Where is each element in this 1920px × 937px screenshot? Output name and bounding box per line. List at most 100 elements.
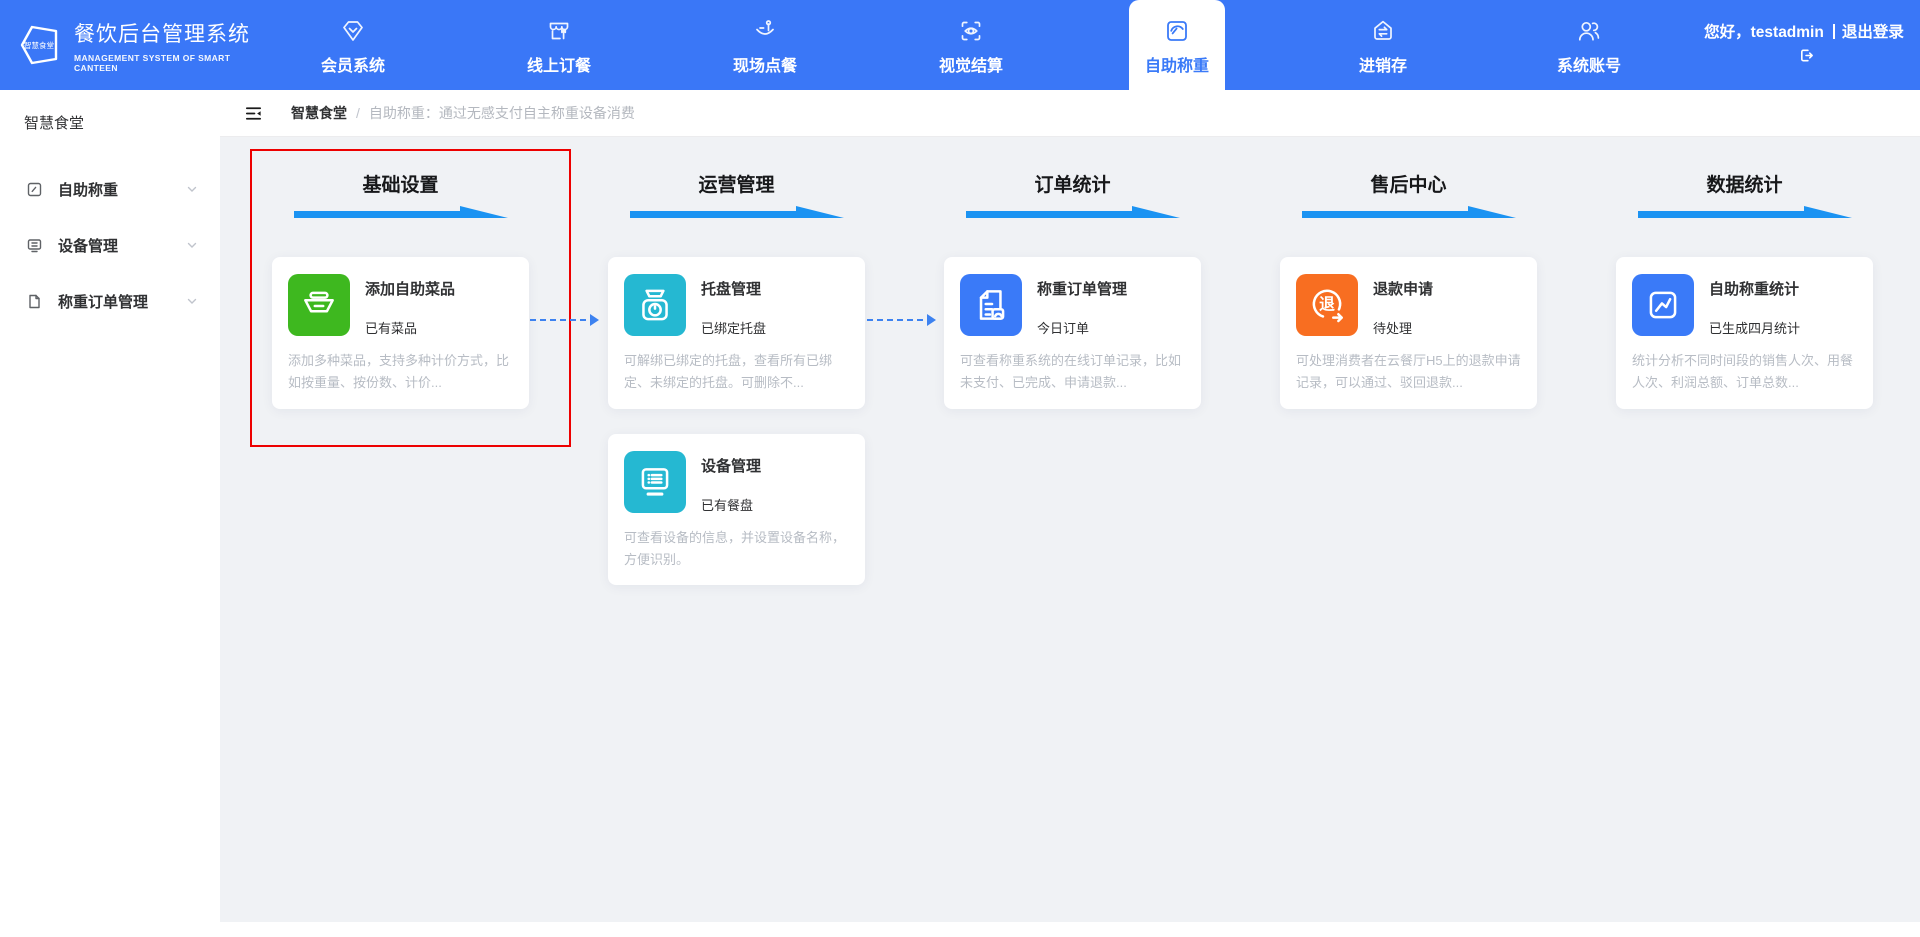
nav-item-label: 线上订餐 (527, 52, 591, 76)
sidebar-menu: 自助称重 设备管理 (0, 161, 220, 329)
weighing-scale-icon (1163, 15, 1191, 45)
header-arrow-icon (1302, 205, 1516, 219)
chevron-down-icon (186, 295, 198, 307)
card-add-self-service-dish[interactable]: 添加自助菜品 已有菜品 添加多种菜品，支持多种计价方式，比如按重量、按份数、计价… (272, 257, 529, 409)
header-arrow-icon (966, 205, 1180, 219)
nav-item-label: 自助称重 (1145, 52, 1209, 76)
nav-item-label: 现场点餐 (733, 52, 797, 76)
card-description: 可处理消费者在云餐厅H5上的退款申请记录，可以通过、驳回退款... (1296, 350, 1521, 395)
card-status: 待处理 (1373, 318, 1433, 337)
nav-item-label: 视觉结算 (939, 52, 1003, 76)
storefront-icon (545, 15, 573, 45)
nav-item-vision-checkout[interactable]: 视觉结算 (868, 0, 1074, 90)
brand-logo-icon: 智慧食堂 (16, 22, 62, 68)
sidebar-item-label: 自助称重 (58, 179, 118, 200)
column-header: 订单统计 (944, 175, 1201, 197)
nav-item-member-system[interactable]: 会员系统 (250, 0, 456, 90)
chevron-down-icon (186, 239, 198, 251)
sidebar-item-label: 设备管理 (58, 235, 118, 256)
card-description: 添加多种菜品，支持多种计价方式，比如按重量、按份数、计价... (288, 350, 513, 395)
brand: 智慧食堂 餐饮后台管理系统 MANAGEMENT SYSTEM OF SMART… (0, 0, 250, 90)
nav-user-area: 您好，testadmin退出登录 (1700, 0, 1920, 90)
card-title: 托盘管理 (701, 278, 766, 299)
vision-scan-icon (957, 15, 985, 45)
nav-item-self-weighing[interactable]: 自助称重 (1129, 0, 1225, 90)
nav-item-online-ordering[interactable]: 线上订餐 (456, 0, 662, 90)
column-data-statistics: 数据统计 自助称重统计 已生成四月统计 (1616, 175, 1873, 922)
sidebar: 智慧食堂 自助称重 设备管理 (0, 90, 220, 937)
header-arrow-icon (630, 205, 844, 219)
nav-item-onsite-ordering[interactable]: 现场点餐 (662, 0, 868, 90)
card-weighing-order-management[interactable]: 称重订单管理 今日订单 可查看称重系统的在线订单记录，比如未支付、已完成、申请退… (944, 257, 1201, 409)
flow-arrow-icon (530, 319, 596, 321)
tray-scale-icon (624, 274, 686, 336)
sidebar-title: 智慧食堂 (0, 90, 220, 133)
column-header: 数据统计 (1616, 175, 1873, 197)
sidebar-item-self-weighing[interactable]: 自助称重 (0, 161, 220, 217)
workflow-board: 基础设置 添加自助菜品 已有菜品 (220, 137, 1920, 922)
breadcrumb-root[interactable]: 智慧食堂 (291, 103, 347, 123)
inventory-house-icon (1369, 15, 1397, 45)
user-greeting: 您好，testadmin (1704, 24, 1824, 41)
card-description: 可查看称重系统的在线订单记录，比如未支付、已完成、申请退款... (960, 350, 1185, 395)
flow-arrow-icon (867, 319, 933, 321)
card-refund-request[interactable]: 退 退款申请 待处理 可处理消费者在云餐厅H5上的退款申请记录，可以通过、驳回退… (1280, 257, 1537, 409)
weighing-scale-icon (26, 181, 43, 198)
dine-in-icon (751, 15, 779, 45)
card-title: 添加自助菜品 (365, 278, 455, 299)
column-header: 售后中心 (1280, 175, 1537, 197)
sidebar-collapse-icon[interactable] (244, 104, 263, 123)
card-status: 已有菜品 (365, 318, 455, 337)
stats-chart-icon (1632, 274, 1694, 336)
card-status: 已有餐盘 (701, 495, 761, 514)
svg-text:退: 退 (1319, 296, 1335, 314)
weigh-order-icon (960, 274, 1022, 336)
sidebar-item-weighing-orders[interactable]: 称重订单管理 (0, 273, 220, 329)
card-status: 已生成四月统计 (1709, 318, 1800, 337)
card-device-management[interactable]: 设备管理 已有餐盘 可查看设备的信息，并设置设备名称，方便识别。 (608, 434, 865, 586)
accounts-people-icon (1575, 15, 1603, 45)
sidebar-item-device-management[interactable]: 设备管理 (0, 217, 220, 273)
device-monitor-icon (624, 451, 686, 513)
app-title: 餐饮后台管理系统 (74, 18, 250, 48)
app-subtitle: MANAGEMENT SYSTEM OF SMART CANTEEN (74, 53, 250, 73)
card-title: 退款申请 (1373, 278, 1433, 299)
nav-items: 会员系统 线上订餐 现场点餐 (250, 0, 1692, 90)
gem-member-icon (339, 15, 367, 45)
card-weighing-statistics[interactable]: 自助称重统计 已生成四月统计 统计分析不同时间段的销售人次、用餐人次、利润总额、… (1616, 257, 1873, 409)
card-title: 设备管理 (701, 455, 761, 476)
card-description: 统计分析不同时间段的销售人次、用餐人次、利润总额、订单总数... (1632, 350, 1857, 395)
column-operations: 运营管理 托盘管理 (608, 175, 865, 922)
card-tray-management[interactable]: 托盘管理 已绑定托盘 可解绑已绑定的托盘，查看所有已绑定、未绑定的托盘。可删除不… (608, 257, 865, 409)
sidebar-item-label: 称重订单管理 (58, 291, 148, 312)
breadcrumb-current: 自助称重：通过无感支付自主称重设备消费 (369, 103, 635, 123)
dish-icon (288, 274, 350, 336)
nav-item-label: 系统账号 (1557, 52, 1621, 76)
chevron-down-icon (186, 183, 198, 195)
breadcrumb-separator: / (356, 105, 360, 121)
divider (1833, 24, 1835, 39)
column-basic-settings: 基础设置 添加自助菜品 已有菜品 (272, 175, 529, 922)
header-arrow-icon (294, 205, 508, 219)
nav-item-label: 进销存 (1359, 52, 1407, 76)
refund-icon: 退 (1296, 274, 1358, 336)
order-document-icon (26, 293, 43, 310)
svg-text:智慧食堂: 智慧食堂 (24, 40, 54, 50)
logout-icon (1799, 48, 1814, 63)
column-order-statistics: 订单统计 称 (944, 175, 1201, 922)
card-description: 可查看设备的信息，并设置设备名称，方便识别。 (624, 527, 849, 572)
breadcrumb-bar: 智慧食堂 / 自助称重：通过无感支付自主称重设备消费 (220, 90, 1920, 137)
card-title: 称重订单管理 (1037, 278, 1127, 299)
nav-item-system-accounts[interactable]: 系统账号 (1486, 0, 1692, 90)
column-header: 运营管理 (608, 175, 865, 197)
column-header: 基础设置 (272, 175, 529, 197)
card-status: 今日订单 (1037, 318, 1127, 337)
top-nav: 智慧食堂 餐饮后台管理系统 MANAGEMENT SYSTEM OF SMART… (0, 0, 1920, 90)
card-description: 可解绑已绑定的托盘，查看所有已绑定、未绑定的托盘。可删除不... (624, 350, 849, 395)
card-status: 已绑定托盘 (701, 318, 766, 337)
column-after-sales: 售后中心 退 退款申请 待处理 (1280, 175, 1537, 922)
nav-item-label: 会员系统 (321, 52, 385, 76)
device-monitor-icon (26, 237, 43, 254)
header-arrow-icon (1638, 205, 1852, 219)
nav-item-inventory[interactable]: 进销存 (1280, 0, 1486, 90)
